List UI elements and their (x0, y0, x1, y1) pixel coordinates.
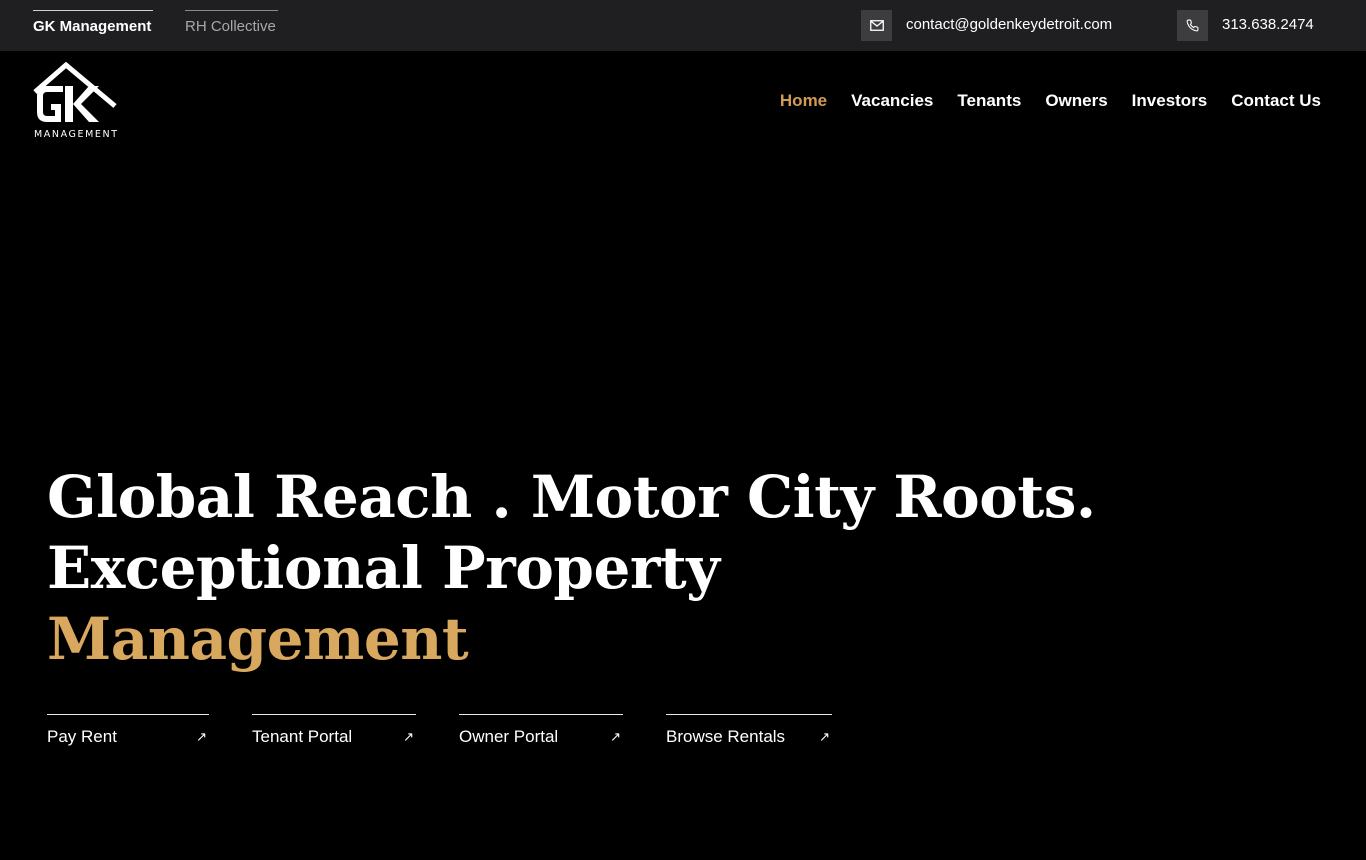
cta-label: Tenant Portal (252, 726, 353, 746)
nav-item-home[interactable]: Home (780, 91, 827, 111)
pay-rent-link[interactable]: Pay Rent ↗ (47, 714, 209, 754)
email-link[interactable]: contact@goldenkeydetroit.com (906, 16, 1112, 34)
phone-link[interactable]: 313.638.2474 (1222, 16, 1314, 34)
logo-icon (33, 61, 117, 122)
arrow-up-right-icon: ↗ (819, 728, 830, 744)
mail-icon (861, 10, 892, 41)
nav-item-tenants[interactable]: Tenants (957, 91, 1021, 111)
nav-item-contact-us[interactable]: Contact Us (1231, 91, 1321, 111)
logo-subtitle: MANAGEMENT (34, 129, 119, 140)
arrow-up-right-icon: ↗ (403, 728, 414, 744)
browse-rentals-link[interactable]: Browse Rentals ↗ (666, 714, 832, 754)
hero-line-1: Global Reach . Motor City Roots. (47, 463, 1096, 531)
top-bar: GK Management RH Collective contact@gold… (0, 0, 1366, 51)
owner-portal-link[interactable]: Owner Portal ↗ (459, 714, 623, 754)
cta-label: Browse Rentals (666, 726, 786, 746)
hero-line-2: Exceptional Property (47, 534, 720, 602)
main-nav: Home Vacancies Tenants Owners Investors … (780, 91, 1321, 111)
hero-line-3: Management (47, 605, 469, 673)
hero-heading: Global Reach . Motor City Roots. Excepti… (47, 462, 1096, 675)
cta-label: Pay Rent (47, 726, 117, 746)
arrow-up-right-icon: ↗ (196, 728, 207, 744)
tenant-portal-link[interactable]: Tenant Portal ↗ (252, 714, 416, 754)
brand-tab-gk-management[interactable]: GK Management (33, 10, 153, 40)
brand-tab-label: GK Management (33, 18, 152, 35)
nav-item-vacancies[interactable]: Vacancies (851, 91, 933, 111)
brand-tab-label: RH Collective (185, 18, 276, 35)
nav-item-investors[interactable]: Investors (1132, 91, 1208, 111)
cta-label: Owner Portal (459, 726, 559, 746)
arrow-up-right-icon: ↗ (610, 728, 621, 744)
phone-icon (1177, 10, 1208, 41)
brand-tab-rh-collective[interactable]: RH Collective (185, 10, 278, 40)
nav-item-owners[interactable]: Owners (1045, 91, 1107, 111)
